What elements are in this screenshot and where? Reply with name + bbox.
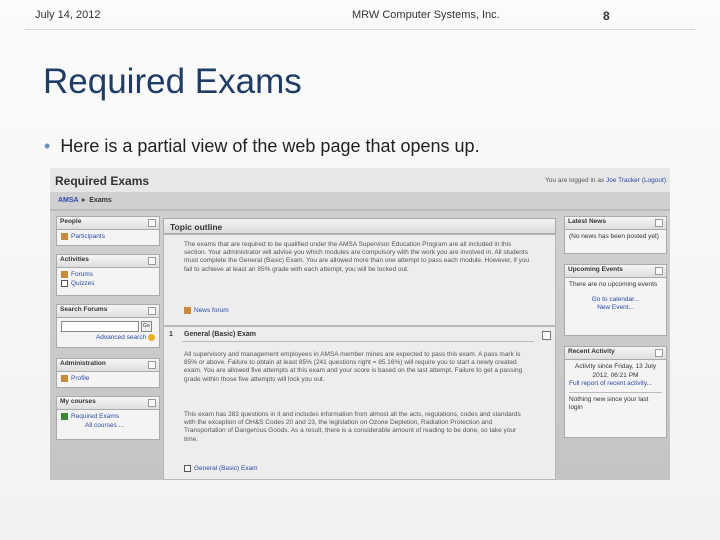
news-forum-link[interactable]: News forum [194, 307, 229, 314]
collapse-icon[interactable] [148, 361, 156, 369]
breadcrumb-amsa[interactable]: AMSA [58, 197, 78, 204]
course-icon [61, 413, 68, 420]
latest-news-block: Latest News (No news has been posted yet… [564, 216, 667, 254]
collapse-icon[interactable] [148, 399, 156, 407]
goto-calendar-link[interactable]: Go to calendar... [592, 296, 640, 303]
course-required-exams-link[interactable]: Required Exams [71, 413, 119, 420]
recent-nothing-new: Nothing new since your last login [569, 395, 649, 412]
participants-icon [61, 233, 68, 240]
forum-icon [184, 307, 191, 314]
section-title: General (Basic) Exam [184, 331, 256, 338]
new-event-link[interactable]: New Event... [597, 304, 634, 311]
upcoming-events-header: Upcoming Events [565, 265, 666, 278]
recent-activity-since: Activity since Friday, 13 July 2012, 06:… [574, 363, 657, 379]
bullet-dot-icon: • [44, 136, 51, 156]
slide-bullet: • Here is a partial view of the web page … [44, 136, 480, 157]
forums-link[interactable]: Forums [71, 271, 93, 278]
upcoming-events-block: Upcoming Events There are no upcoming ev… [564, 264, 667, 336]
collapse-icon[interactable] [148, 307, 156, 315]
profile-icon [61, 375, 68, 382]
search-input[interactable] [61, 321, 139, 332]
breadcrumb-divider [50, 209, 670, 211]
breadcrumb-exams: Exams [89, 197, 112, 204]
section-number: 1 [169, 331, 173, 338]
advanced-search-link[interactable]: Advanced search [96, 334, 146, 341]
slide-title: Required Exams [43, 62, 302, 101]
activities-block-header: Activities [57, 255, 159, 268]
login-info: You are logged in as Joe Tracker (Logout… [545, 177, 666, 184]
recent-activity-header: Recent Activity [565, 347, 666, 360]
recent-activity-block: Recent Activity Activity since Friday, 1… [564, 346, 667, 438]
help-icon[interactable] [148, 334, 155, 341]
slide-date: July 14, 2012 [35, 9, 101, 21]
breadcrumb: AMSA ► Exams [58, 197, 112, 204]
general-basic-exam-link[interactable]: General (Basic) Exam [194, 465, 258, 472]
exam-item: General (Basic) Exam [184, 465, 258, 472]
section-highlight-checkbox[interactable] [542, 331, 551, 340]
latest-news-header: Latest News [565, 217, 666, 230]
section-divider [182, 341, 534, 342]
news-forum-item: News forum [184, 307, 229, 314]
collapse-icon[interactable] [655, 219, 663, 227]
login-prefix: You are logged in as [545, 177, 606, 184]
logout-link[interactable]: (Logout) [642, 177, 666, 184]
collapse-icon[interactable] [655, 267, 663, 275]
participants-link[interactable]: Participants [71, 233, 105, 240]
slide-page-number: 8 [603, 9, 610, 23]
my-courses-block-header: My courses [57, 397, 159, 410]
people-block: People Participants [56, 216, 160, 246]
latest-news-body: (No news has been posted yet) [569, 233, 659, 240]
all-courses-link[interactable]: All courses ... [85, 422, 124, 429]
site-title: Required Exams [55, 174, 150, 188]
administration-block: Administration Profile [56, 358, 160, 388]
exam-description-paragraph-1: All supervisory and management employees… [184, 351, 523, 383]
activities-block: Activities Forums Quizzes [56, 254, 160, 296]
search-block-header: Search Forums [57, 305, 159, 318]
recent-divider [569, 391, 662, 393]
collapse-icon[interactable] [148, 257, 156, 265]
administration-block-header: Administration [57, 359, 159, 372]
search-forums-block: Search Forums Go Advanced search [56, 304, 160, 348]
profile-link[interactable]: Profile [71, 375, 89, 382]
full-report-link[interactable]: Full report of recent activity... [569, 380, 652, 387]
quiz-icon [61, 279, 68, 287]
upcoming-events-body: There are no upcoming events [569, 281, 658, 288]
my-courses-block: My courses Required Exams All courses ..… [56, 396, 160, 440]
collapse-icon[interactable] [655, 349, 663, 357]
search-go-button[interactable]: Go [140, 321, 152, 332]
quiz-icon [184, 465, 191, 472]
forum-icon [61, 271, 68, 278]
people-block-header: People [57, 217, 159, 230]
login-user-link[interactable]: Joe Tracker [606, 177, 640, 184]
intro-paragraph: The exams that are required to be qualif… [184, 241, 530, 273]
exam-description-paragraph-2: This exam has 283 questions in it and in… [184, 411, 521, 443]
breadcrumb-separator: ► [80, 197, 88, 204]
topic-outline-heading: Topic outline [163, 218, 556, 234]
embedded-web-screenshot: Required Exams You are logged in as Joe … [50, 168, 670, 480]
collapse-icon[interactable] [148, 219, 156, 227]
section-1: 1 General (Basic) Exam All supervisory a… [163, 326, 556, 480]
header-divider [25, 29, 695, 30]
bullet-text: Here is a partial view of the web page t… [60, 136, 480, 156]
slide-company: MRW Computer Systems, Inc. [352, 9, 500, 21]
section-0: The exams that are required to be qualif… [163, 234, 556, 326]
quizzes-link[interactable]: Quizzes [71, 280, 94, 287]
